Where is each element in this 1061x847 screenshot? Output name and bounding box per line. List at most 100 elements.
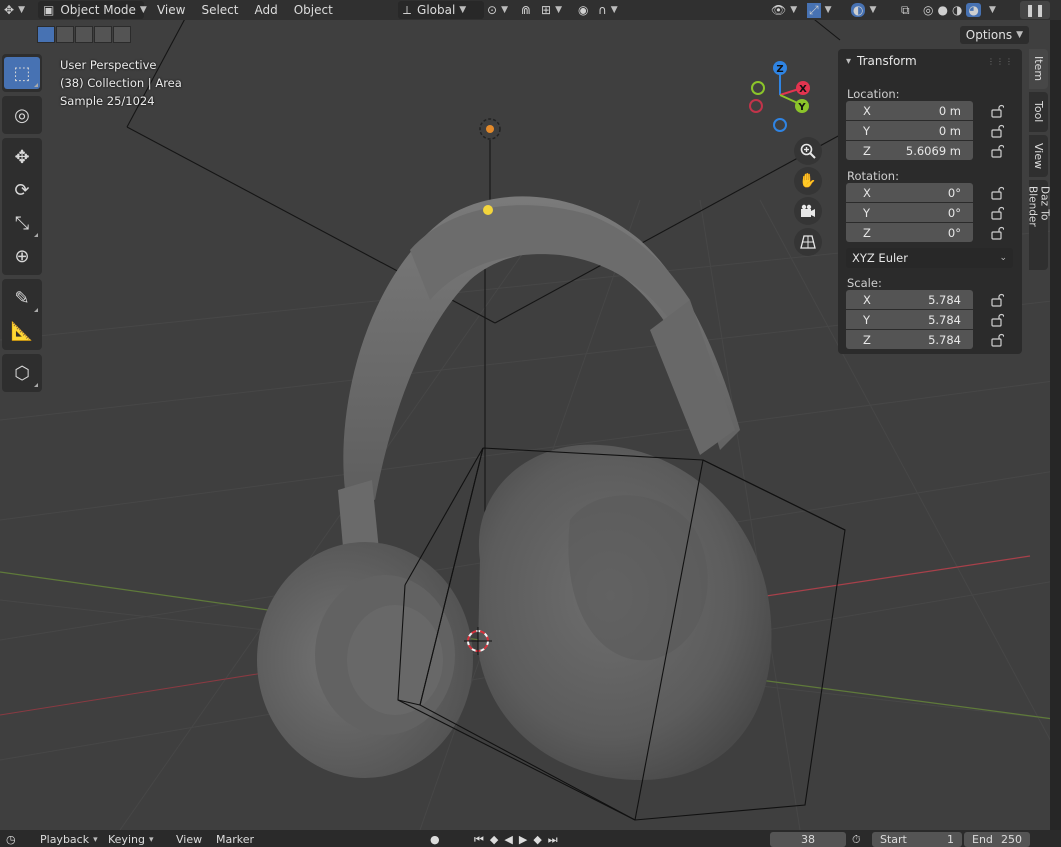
menu-object[interactable]: Object xyxy=(289,1,338,19)
orientation-dropdown[interactable]: ⟂ Global ▼ xyxy=(398,1,484,19)
lock-icon[interactable] xyxy=(990,104,1004,118)
xray-toggle[interactable]: ⧉ xyxy=(896,1,915,19)
material-shading-icon[interactable]: ◑ xyxy=(952,3,962,17)
tab-view[interactable]: View xyxy=(1029,135,1048,177)
transform-tool[interactable]: ⊕ xyxy=(4,240,40,272)
lock-icon[interactable] xyxy=(990,144,1004,158)
start-frame-field[interactable]: Start 1 xyxy=(872,832,962,847)
field-value: 5.6069 m xyxy=(905,143,961,158)
rotation-mode-dropdown[interactable]: XYZ Euler ⌄ xyxy=(846,248,1013,268)
rotation-field[interactable]: X 0° xyxy=(846,183,973,202)
lock-icon[interactable] xyxy=(990,206,1004,220)
measure-tool[interactable]: 📐 xyxy=(4,315,40,347)
jump-end-icon[interactable]: ⏭ xyxy=(548,833,558,847)
menu-view[interactable]: View xyxy=(152,1,190,19)
solid-shading-icon[interactable]: ● xyxy=(937,3,947,17)
tab-item[interactable]: Item xyxy=(1029,49,1048,89)
tool-settings-bar: Options ▼ xyxy=(0,22,1061,46)
play-reverse-icon[interactable]: ◀ xyxy=(504,833,512,846)
navigation-gizmo[interactable]: Z X Y xyxy=(740,55,820,135)
annotate-tool[interactable]: ✎ xyxy=(4,282,40,314)
scale-field[interactable]: Z 5.784 xyxy=(846,330,973,349)
proportional-edit-toggle[interactable]: ◉ xyxy=(573,1,593,19)
keying-menu[interactable]: Keying ▾ xyxy=(108,832,153,847)
options-dropdown[interactable]: Options ▼ xyxy=(959,26,1029,44)
scale-field[interactable]: Y 5.784 xyxy=(846,310,973,329)
gizmo-toggle[interactable]: ⤢ ▼ xyxy=(802,1,837,19)
lock-icon[interactable] xyxy=(990,124,1004,138)
pause-render-button[interactable]: ❚❚ xyxy=(1020,1,1051,19)
move-tool[interactable]: ✥ xyxy=(4,141,40,173)
end-frame-field[interactable]: End 250 xyxy=(964,832,1030,847)
lock-icon[interactable] xyxy=(990,186,1004,200)
scale-fields: X 5.784 Y 5.784 Z 5.784 xyxy=(838,290,1022,350)
end-value: 250 xyxy=(1001,833,1022,846)
camera-view-icon[interactable] xyxy=(794,197,822,225)
add-cube-tool[interactable]: ⬡ xyxy=(4,357,40,389)
rotation-label: Rotation: xyxy=(847,169,899,183)
lock-icon[interactable] xyxy=(990,226,1004,240)
pan-hand-icon[interactable]: ✋ xyxy=(794,167,822,195)
record-dot-icon: ● xyxy=(430,833,440,846)
timeline-view-menu[interactable]: View xyxy=(176,832,202,847)
proportional-edit-icon: ◉ xyxy=(578,3,589,17)
next-keyframe-icon[interactable]: ◆ xyxy=(533,833,541,846)
timeline-editor-button[interactable]: ◷ xyxy=(6,832,16,847)
location-row: Y 0 m xyxy=(838,121,1022,141)
marker-menu[interactable]: Marker xyxy=(216,832,254,847)
perspective-grid-icon[interactable] xyxy=(794,228,822,256)
transform-panel: ▾ Transform ⋮⋮⋮ Location: X 0 m Y 0 m Z 5.606… xyxy=(838,49,1022,354)
visibility-button[interactable]: 👁 ▼ xyxy=(766,1,802,19)
stopwatch-icon[interactable]: ⏱ xyxy=(852,832,861,847)
rendered-shading-icon[interactable]: ◕ xyxy=(966,3,981,17)
blender-window: { "header": { "mode_label": "Object Mode… xyxy=(0,0,1061,847)
collapse-chevron-icon: ▾ xyxy=(846,55,852,67)
select-intersect-icon[interactable] xyxy=(113,26,131,43)
location-field[interactable]: Y 0 m xyxy=(846,121,973,140)
rotation-field[interactable]: Y 0° xyxy=(846,203,973,222)
pivot-point-button[interactable]: ⊙ ▼ xyxy=(482,1,513,19)
location-field[interactable]: X 0 m xyxy=(846,101,973,120)
jump-start-icon[interactable]: ⏮ xyxy=(474,833,484,847)
field-value: 0 m xyxy=(938,103,961,118)
select-box-tool[interactable]: ⬚ xyxy=(4,57,40,89)
falloff-button[interactable]: ∩ ▼ xyxy=(593,1,623,19)
lock-icon[interactable] xyxy=(990,293,1004,307)
select-extend-icon[interactable] xyxy=(56,26,74,43)
menu-select[interactable]: Select xyxy=(196,1,243,19)
lock-icon[interactable] xyxy=(990,313,1004,327)
playback-menu[interactable]: Playback ▾ xyxy=(40,832,98,847)
snap-toggle[interactable]: ⋒ xyxy=(516,1,536,19)
tab-tool[interactable]: Tool xyxy=(1029,92,1048,132)
cursor-tool[interactable]: ◎ xyxy=(4,99,40,131)
menu-add[interactable]: Add xyxy=(250,1,283,19)
location-field[interactable]: Z 5.6069 m xyxy=(846,141,973,160)
record-keyframe-button[interactable]: ● xyxy=(430,832,440,847)
rotation-field[interactable]: Z 0° xyxy=(846,223,973,242)
select-new-icon[interactable] xyxy=(37,26,55,43)
prev-keyframe-icon[interactable]: ◆ xyxy=(490,833,498,846)
play-icon[interactable]: ▶ xyxy=(519,833,527,846)
rotate-tool[interactable]: ⟳ xyxy=(4,174,40,206)
select-invert-icon[interactable] xyxy=(94,26,112,43)
annotate-pencil-icon: ✎ xyxy=(14,287,30,309)
snap-target-button[interactable]: ⊞ ▼ xyxy=(536,1,567,19)
drag-grip-icon[interactable]: ⋮⋮⋮ xyxy=(987,57,1014,66)
overlay-toggle[interactable]: ◐ ▼ xyxy=(846,1,881,19)
shading-modes[interactable]: ◎ ● ◑ ◕ ▼ xyxy=(918,1,1001,19)
current-frame-field[interactable]: 38 xyxy=(770,832,846,847)
editor-type-button[interactable]: ✥ ▼ xyxy=(0,1,30,19)
axis-label: Y xyxy=(863,205,871,220)
select-subtract-icon[interactable] xyxy=(75,26,93,43)
lock-icon[interactable] xyxy=(990,333,1004,347)
location-row: X 0 m xyxy=(838,101,1022,121)
zoom-icon[interactable] xyxy=(794,137,822,165)
wireframe-shading-icon[interactable]: ◎ xyxy=(923,3,933,17)
mode-dropdown[interactable]: ▣ Object Mode ▼ xyxy=(37,1,147,19)
scale-tool[interactable]: ⤡ xyxy=(4,207,40,239)
timeline-header: ◷ Playback ▾ Keying ▾ View Marker ● ⏮ ◆ ◀ … xyxy=(0,830,1061,847)
tab-daz-to-blender[interactable]: Daz To Blender xyxy=(1027,180,1051,270)
scale-field[interactable]: X 5.784 xyxy=(846,290,973,309)
selection-mode-group xyxy=(37,26,131,43)
gizmo-z-label: Z xyxy=(776,64,783,75)
